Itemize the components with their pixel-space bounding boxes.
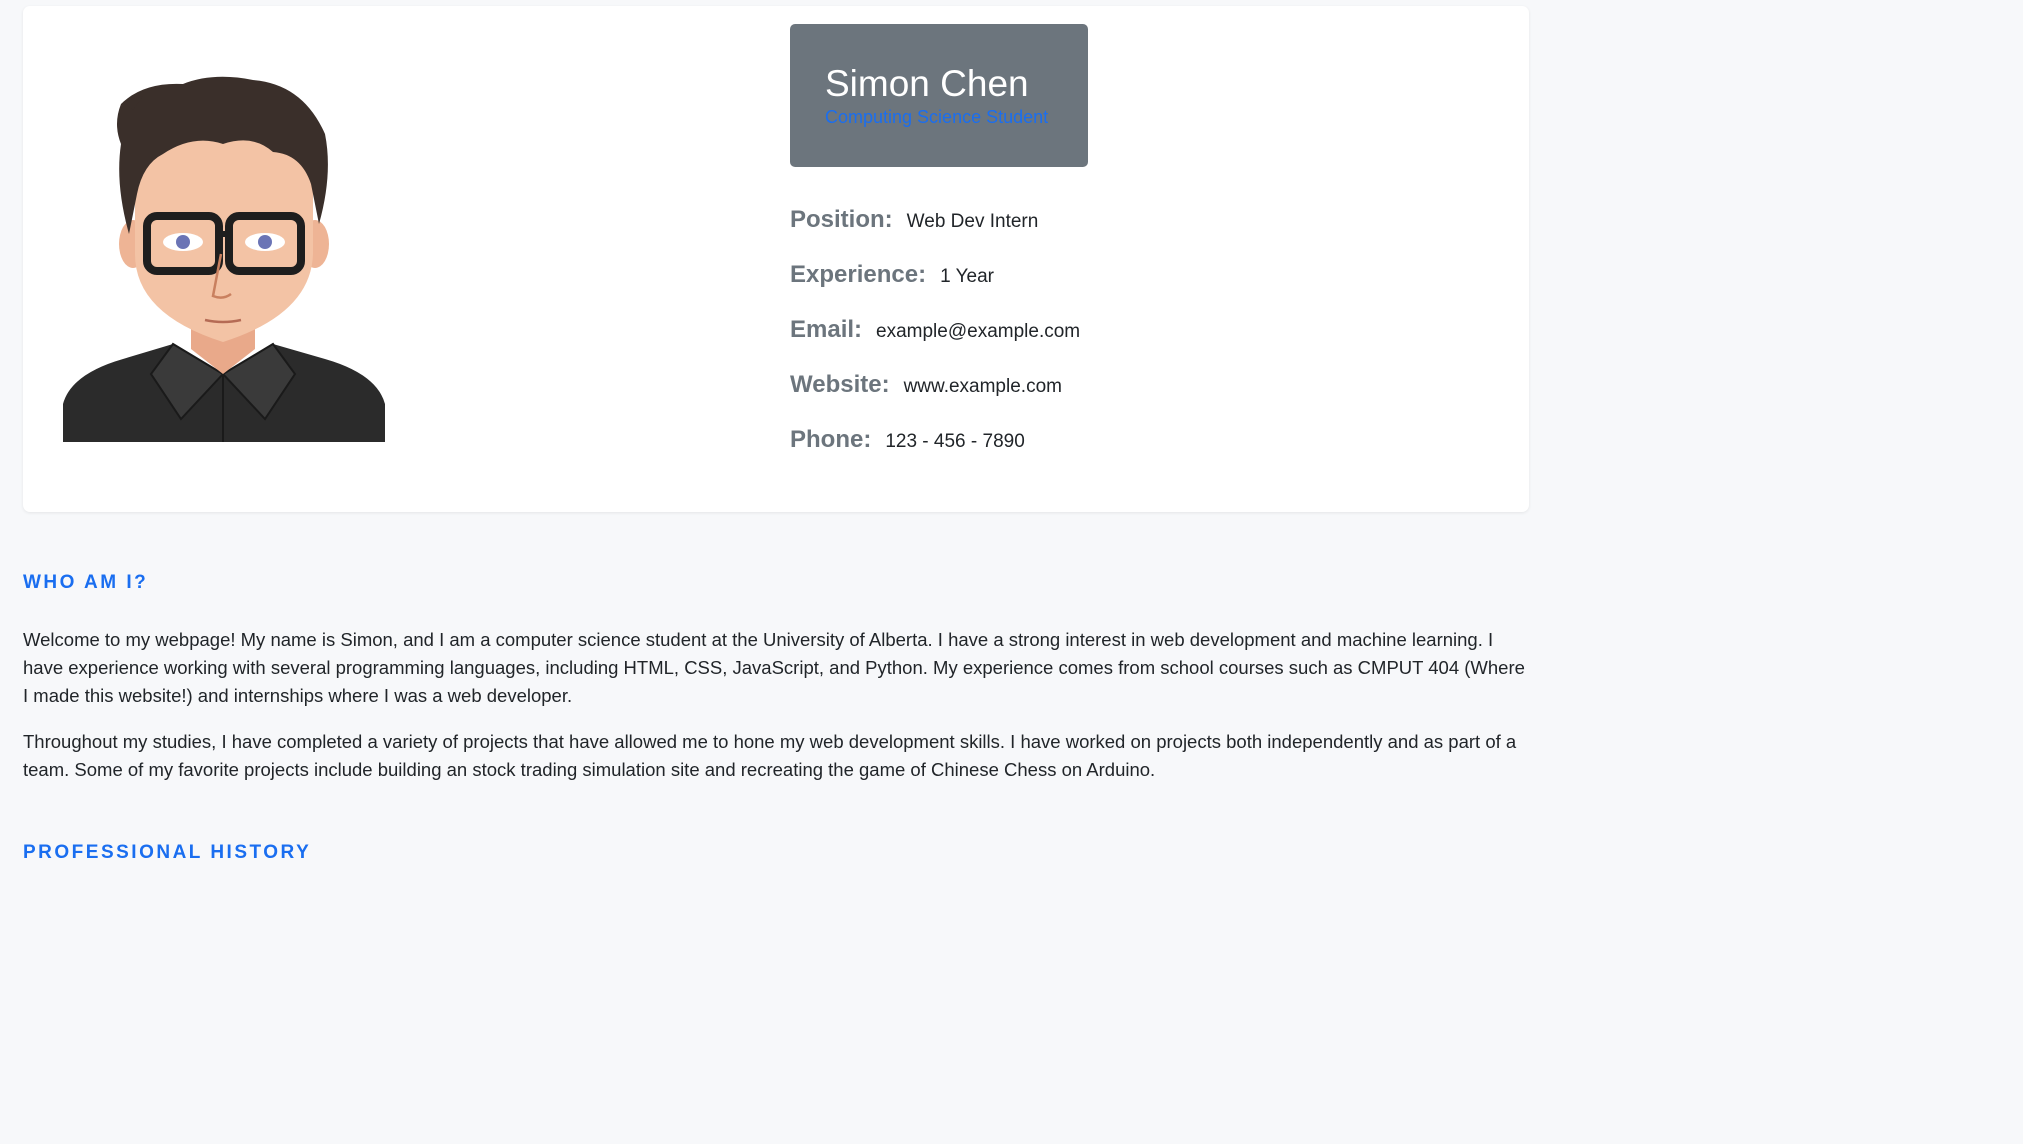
avatar	[63, 76, 385, 442]
info-phone: Phone: 123 - 456 - 7890	[790, 426, 1080, 481]
info-list: Position: Web Dev Intern Experience: 1 Y…	[790, 206, 1080, 481]
info-position: Position: Web Dev Intern	[790, 206, 1080, 261]
info-experience: Experience: 1 Year	[790, 261, 1080, 316]
info-website: Website: www.example.com	[790, 371, 1080, 426]
info-label: Email:	[790, 316, 863, 343]
about-paragraph: Throughout my studies, I have completed …	[23, 731, 1517, 780]
info-label: Website:	[790, 371, 890, 398]
about-paragraph: Welcome to my webpage! My name is Simon,…	[23, 629, 1525, 706]
info-label: Phone:	[790, 426, 872, 453]
info-value: 123 - 456 - 7890	[885, 431, 1025, 452]
info-value: example@example.com	[876, 321, 1081, 342]
profile-title: Computing Science Student	[825, 107, 1049, 127]
about-heading: Who am I?	[23, 572, 149, 593]
info-value: Web Dev Intern	[906, 211, 1039, 232]
info-value: 1 Year	[940, 266, 994, 287]
name-banner: Simon Chen Computing Science Student	[790, 24, 1088, 167]
info-value: www.example.com	[903, 376, 1062, 397]
info-label: Experience:	[790, 261, 927, 288]
profile-card: Simon Chen Computing Science Student Pos…	[23, 6, 1529, 512]
info-label: Position:	[790, 206, 893, 233]
profile-name: Simon Chen	[825, 63, 1029, 104]
history-heading: Professional History	[23, 842, 312, 863]
info-email: Email: example@example.com	[790, 316, 1080, 371]
